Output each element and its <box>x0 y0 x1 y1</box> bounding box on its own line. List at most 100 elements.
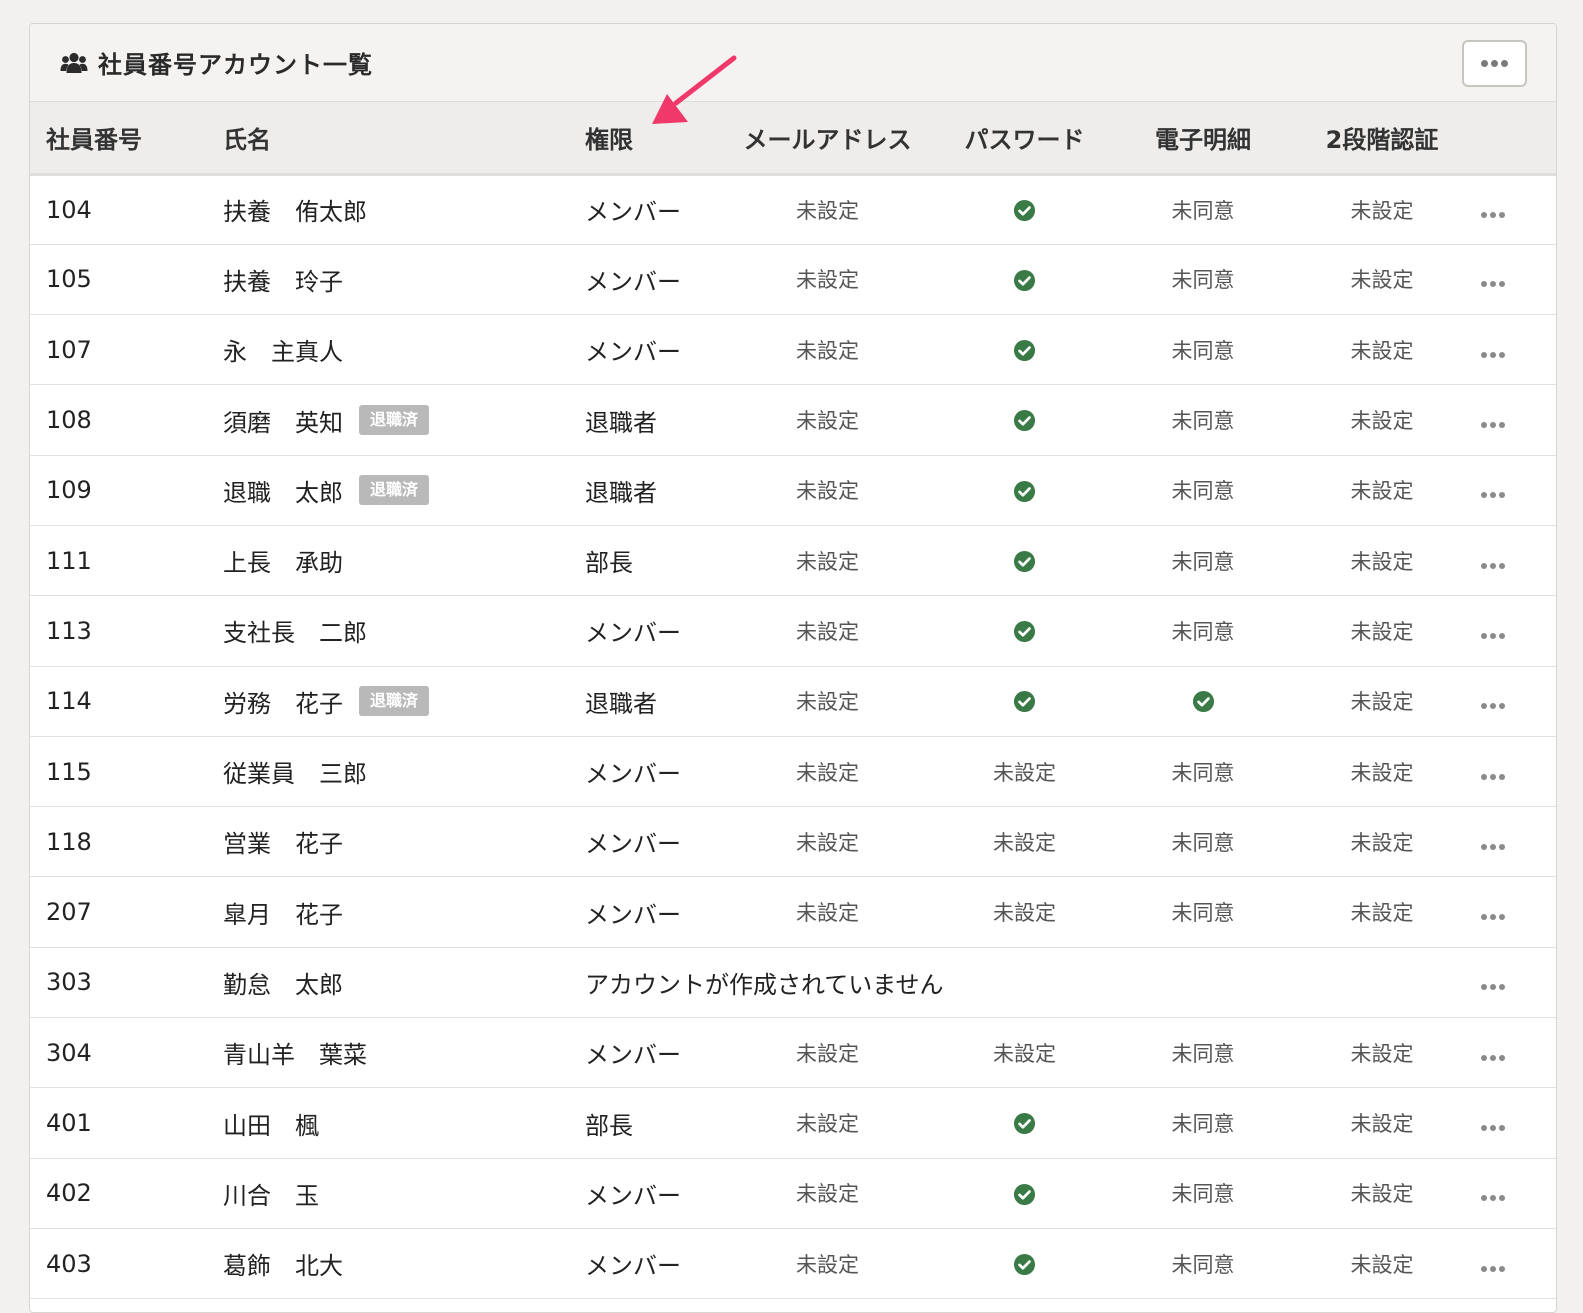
table-row[interactable]: 104 扶養 侑太郎 メンバー 未設定 未同意 未設定 <box>30 174 1556 245</box>
column-header-e-payslip[interactable]: 電子明細 <box>1123 102 1283 176</box>
email-status: 未設定 <box>729 736 926 808</box>
row-menu-button[interactable] <box>1481 1125 1505 1131</box>
column-header-employee-number[interactable]: 社員番号 <box>30 102 208 176</box>
row-actions <box>1481 947 1556 1019</box>
employee-name: 支社長 二郎 <box>223 619 367 648</box>
two-factor-status: 未設定 <box>1283 1158 1481 1229</box>
table-row[interactable]: 108 須磨 英知 退職済 退職者 未設定 未同意 未設定 <box>30 384 1556 456</box>
column-header-name[interactable]: 氏名 <box>208 102 565 176</box>
role: メンバー <box>565 1158 729 1229</box>
row-actions <box>1481 1017 1556 1089</box>
table-row[interactable]: 109 退職 太郎 退職済 退職者 未設定 未同意 未設定 <box>30 455 1556 526</box>
employee-number: 109 <box>30 455 208 526</box>
column-header-actions <box>1481 102 1556 176</box>
row-menu-button[interactable] <box>1481 843 1505 850</box>
more-horizontal-icon <box>1481 492 1505 499</box>
row-menu-button[interactable] <box>1481 914 1505 921</box>
password-status: 未設定 <box>926 1017 1123 1089</box>
table-row[interactable]: 304 青山羊 葉菜 メンバー 未設定 未設定 未同意 未設定 <box>30 1017 1556 1089</box>
column-header-email[interactable]: メールアドレス <box>729 102 926 176</box>
password-status <box>926 384 1123 456</box>
no-account-message: アカウントが作成されていません <box>565 947 1481 1019</box>
table-row[interactable]: 303 勤怠 太郎 アカウントが作成されていません <box>30 947 1556 1019</box>
password-status: 未設定 <box>926 876 1123 948</box>
employee-name: 従業員 三郎 <box>223 760 367 789</box>
row-actions <box>1481 876 1556 948</box>
row-actions <box>1481 806 1556 878</box>
two-factor-status: 未設定 <box>1283 806 1481 878</box>
row-menu-button[interactable] <box>1481 281 1505 288</box>
table-row[interactable]: 403 葛飾 北大 メンバー 未設定 未同意 未設定 <box>30 1228 1556 1300</box>
accounts-table: 社員番号 氏名 権限 メールアドレス パスワード 電子明細 2段階認証 104 扶… <box>30 102 1556 1300</box>
employee-name-cell: 皐月 花子 <box>208 876 565 948</box>
role: メンバー <box>565 314 729 386</box>
employee-number: 114 <box>30 666 208 737</box>
row-menu-button[interactable] <box>1481 1195 1505 1202</box>
email-status: 未設定 <box>729 666 926 737</box>
more-horizontal-icon <box>1481 984 1505 991</box>
table-row[interactable]: 105 扶養 玲子 メンバー 未設定 未同意 未設定 <box>30 244 1556 316</box>
row-menu-button[interactable] <box>1481 492 1505 499</box>
row-menu-button[interactable] <box>1481 703 1505 710</box>
employee-name: 須磨 英知 <box>223 408 343 437</box>
retired-badge: 退職済 <box>359 405 430 436</box>
row-menu-button[interactable] <box>1481 562 1505 569</box>
employee-name: 上長 承助 <box>223 549 343 578</box>
e-payslip-status: 未同意 <box>1123 174 1283 245</box>
employee-number: 104 <box>30 174 208 245</box>
e-payslip-status: 未同意 <box>1123 1158 1283 1229</box>
row-menu-button[interactable] <box>1481 984 1505 991</box>
employee-number: 115 <box>30 736 208 808</box>
employee-name-cell: 支社長 二郎 <box>208 595 565 667</box>
check-circle-icon <box>1013 1112 1036 1135</box>
table-row[interactable]: 115 従業員 三郎 メンバー 未設定 未設定 未同意 未設定 <box>30 736 1556 808</box>
users-icon <box>60 52 88 73</box>
row-menu-button[interactable] <box>1481 773 1505 780</box>
employee-number: 401 <box>30 1087 208 1159</box>
password-status <box>926 1087 1123 1159</box>
employee-number: 118 <box>30 806 208 878</box>
two-factor-status: 未設定 <box>1283 876 1481 948</box>
employee-name: 営業 花子 <box>223 830 343 859</box>
role: 退職者 <box>565 666 729 737</box>
more-horizontal-icon <box>1481 422 1505 429</box>
column-header-two-factor[interactable]: 2段階認証 <box>1283 102 1481 176</box>
row-menu-button[interactable] <box>1481 351 1505 358</box>
row-actions <box>1481 174 1556 245</box>
column-header-role[interactable]: 権限 <box>565 102 729 176</box>
role: 退職者 <box>565 384 729 456</box>
e-payslip-status: 未同意 <box>1123 736 1283 808</box>
email-status: 未設定 <box>729 525 926 597</box>
panel-title: 社員番号アカウント一覧 <box>98 51 373 79</box>
email-status: 未設定 <box>729 384 926 456</box>
row-menu-button[interactable] <box>1481 1265 1505 1272</box>
employee-name-cell: 山田 楓 <box>208 1087 565 1159</box>
e-payslip-status: 未同意 <box>1123 1087 1283 1159</box>
email-status: 未設定 <box>729 1228 926 1300</box>
email-status: 未設定 <box>729 876 926 948</box>
two-factor-status: 未設定 <box>1283 1087 1481 1159</box>
row-menu-button[interactable] <box>1481 211 1505 218</box>
column-header-password[interactable]: パスワード <box>926 102 1123 176</box>
table-row[interactable]: 207 皐月 花子 メンバー 未設定 未設定 未同意 未設定 <box>30 876 1556 948</box>
row-actions <box>1481 525 1556 597</box>
table-row[interactable]: 107 永 主真人 メンバー 未設定 未同意 未設定 <box>30 314 1556 386</box>
employee-name-cell: 従業員 三郎 <box>208 736 565 808</box>
panel-menu-button[interactable] <box>1462 40 1527 87</box>
two-factor-status: 未設定 <box>1283 666 1481 737</box>
e-payslip-status: 未同意 <box>1123 1017 1283 1089</box>
role: メンバー <box>565 736 729 808</box>
password-status: 未設定 <box>926 736 1123 808</box>
row-actions <box>1481 455 1556 526</box>
row-menu-button[interactable] <box>1481 632 1505 639</box>
table-row[interactable]: 111 上長 承助 部長 未設定 未同意 未設定 <box>30 525 1556 597</box>
table-row[interactable]: 113 支社長 二郎 メンバー 未設定 未同意 未設定 <box>30 595 1556 667</box>
row-menu-button[interactable] <box>1481 422 1505 429</box>
table-row[interactable]: 118 営業 花子 メンバー 未設定 未設定 未同意 未設定 <box>30 806 1556 878</box>
row-menu-button[interactable] <box>1481 1054 1505 1061</box>
two-factor-status: 未設定 <box>1283 174 1481 245</box>
table-row[interactable]: 402 川合 玉メンバー 未設定 未同意 未設定 <box>30 1158 1556 1229</box>
row-actions <box>1481 1228 1556 1300</box>
table-row[interactable]: 114 労務 花子 退職済 退職者 未設定 未設定 <box>30 666 1556 737</box>
table-row[interactable]: 401 山田 楓部長 未設定 未同意 未設定 <box>30 1087 1556 1159</box>
